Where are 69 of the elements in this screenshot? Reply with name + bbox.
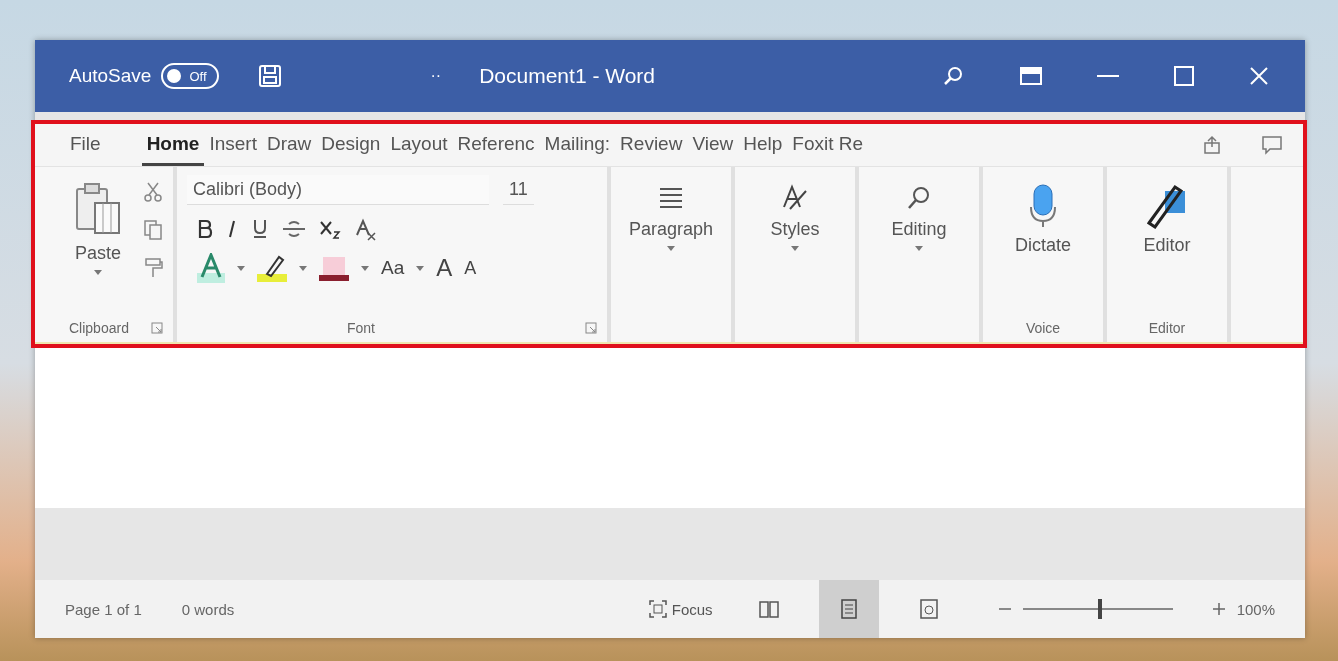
- ribbon-tab[interactable]: Help: [738, 124, 788, 166]
- ribbon-tab[interactable]: File: [65, 124, 106, 166]
- dropdown-caret-icon: [791, 246, 799, 251]
- ribbon-display-icon[interactable]: [1019, 65, 1043, 87]
- dropdown-caret-icon[interactable]: [416, 265, 425, 271]
- bold-icon[interactable]: [197, 219, 213, 239]
- share-icon[interactable]: [1203, 135, 1221, 155]
- comment-icon[interactable]: [1261, 135, 1283, 155]
- strikethrough-icon[interactable]: [281, 219, 307, 239]
- group-label: Voice: [1025, 320, 1061, 336]
- close-icon[interactable]: [1249, 66, 1269, 86]
- ribbon-tab[interactable]: Layout: [385, 124, 453, 166]
- book-icon: [757, 599, 780, 619]
- web-layout-icon: [918, 598, 939, 620]
- ribbon-tab[interactable]: Design: [316, 124, 386, 166]
- save-icon[interactable]: [256, 63, 283, 89]
- dropdown-caret-icon: [94, 270, 102, 275]
- dictate-button[interactable]: Dictate: [993, 175, 1093, 262]
- page-icon: [839, 598, 858, 620]
- shrink-font-button[interactable]: A: [464, 257, 477, 279]
- dropdown-caret-icon[interactable]: [299, 265, 307, 271]
- maximize-icon[interactable]: [1173, 65, 1195, 87]
- grow-font-button[interactable]: A: [436, 254, 453, 282]
- dropdown-caret-icon[interactable]: [361, 265, 369, 271]
- underline-icon[interactable]: [251, 218, 269, 240]
- change-case-button[interactable]: Aa: [381, 257, 405, 279]
- clipboard-icon: [73, 181, 123, 237]
- dropdown-caret-icon: [915, 246, 923, 251]
- dialog-launcher-icon[interactable]: [585, 322, 597, 334]
- dropdown-caret-icon: [667, 246, 675, 251]
- dropdown-caret-icon[interactable]: [237, 265, 245, 271]
- autosave-toggle[interactable]: Off: [161, 63, 219, 89]
- copy-icon[interactable]: [143, 219, 163, 241]
- group-label: Editor: [1148, 320, 1186, 336]
- clear-formatting-icon[interactable]: [353, 217, 377, 241]
- ribbon-tab[interactable]: Referenc: [452, 124, 540, 166]
- scissors-icon[interactable]: [143, 181, 163, 203]
- word-count[interactable]: 0 words: [181, 600, 235, 618]
- subscript-icon[interactable]: [319, 219, 341, 239]
- zoom-level[interactable]: 100%: [1236, 600, 1275, 618]
- focus-button[interactable]: Focus: [641, 598, 719, 620]
- page-count[interactable]: Page 1 of 1: [65, 600, 142, 618]
- editor-button[interactable]: Editor: [1117, 175, 1217, 262]
- ribbon-group-button[interactable]: Editing: [869, 175, 969, 257]
- font-size-field[interactable]: 11: [503, 175, 534, 205]
- dialog-launcher-icon[interactable]: [151, 322, 163, 334]
- ribbon-tab[interactable]: View: [687, 124, 739, 166]
- focus-icon: [647, 599, 668, 619]
- ribbon-tab[interactable]: Insert: [204, 124, 262, 166]
- zoom-slider-thumb[interactable]: [1097, 599, 1102, 619]
- format-painter-icon[interactable]: [143, 257, 163, 279]
- group-label: Clipboard: [69, 320, 129, 336]
- zoom-in-icon[interactable]: [1212, 603, 1225, 615]
- ribbon-tab[interactable]: Review: [615, 124, 688, 166]
- ribbon-tab[interactable]: Draw: [261, 124, 317, 166]
- view-button[interactable]: [818, 580, 879, 638]
- ribbon-group-button[interactable]: Paragraph: [621, 175, 721, 257]
- microphone-icon: [1028, 183, 1058, 229]
- text-effects-icon[interactable]: [197, 253, 225, 283]
- autosave-label: AutoSave: [69, 65, 152, 87]
- highlighter-icon[interactable]: [257, 254, 287, 282]
- minimize-icon[interactable]: [1097, 74, 1119, 78]
- ribbon-tab[interactable]: Mailing:: [539, 124, 616, 166]
- window-title: Document1 - Word: [479, 64, 657, 88]
- ribbon-tab[interactable]: Foxit Re: [787, 124, 869, 166]
- ribbon-group-button[interactable]: Styles: [745, 175, 845, 257]
- paste-button[interactable]: Paste: [69, 175, 127, 320]
- more-commands[interactable]: ··: [430, 67, 442, 85]
- group-label: Font: [347, 320, 375, 336]
